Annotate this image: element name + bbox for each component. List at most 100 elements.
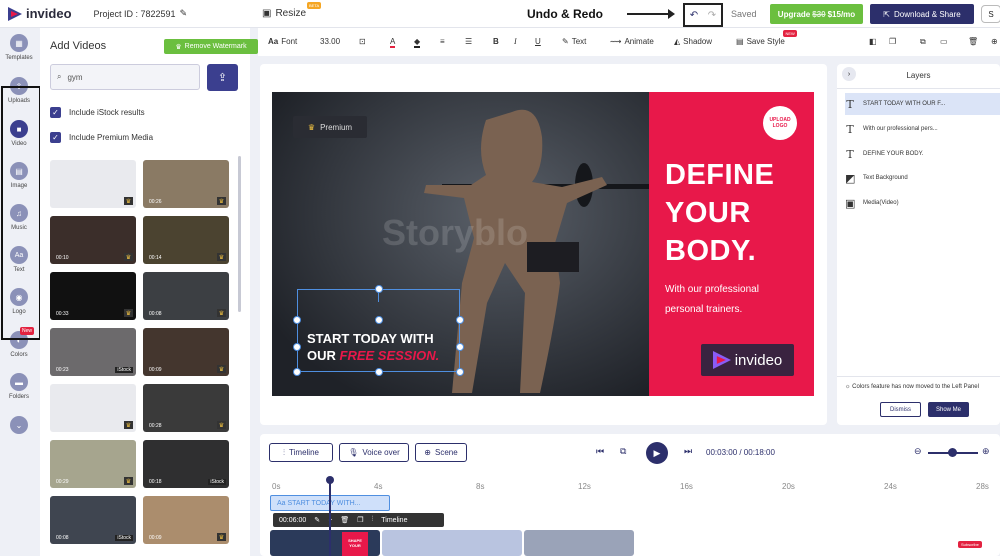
zoom-in-icon[interactable]: ⊕ — [982, 446, 990, 457]
edit-pencil-icon[interactable]: ✎ — [180, 8, 188, 19]
video-thumbnail[interactable]: 00:23 iStock — [50, 328, 136, 376]
ruler-tick: 12s — [578, 482, 591, 491]
list-icon[interactable]: ☰ — [465, 37, 472, 46]
layer-item[interactable]: ◩ Text Background — [845, 167, 1000, 189]
group-icon[interactable]: ⧉ — [920, 37, 926, 47]
video-thumbnail[interactable]: 00:26 ♛ — [143, 160, 229, 208]
upload-logo-placeholder[interactable]: UPLOAD LOGO — [763, 106, 797, 140]
layer-item[interactable]: T With our professional pers... — [845, 118, 1000, 140]
clip-duration[interactable]: 00:06:00 — [279, 517, 306, 524]
video-thumbnail[interactable]: 00:08 ♛ — [143, 272, 229, 320]
layer-item[interactable]: T START TODAY WITH OUR F... — [845, 93, 1000, 115]
panel-scrollbar[interactable] — [238, 156, 241, 312]
edit-pencil-icon[interactable]: ✎ — [314, 516, 320, 524]
resize-handle[interactable] — [375, 368, 383, 376]
save-style-button[interactable]: ▤ Save Style NEW — [736, 30, 797, 46]
resize-handle[interactable] — [456, 368, 464, 376]
rail-item-folders[interactable]: ▬ Folders — [0, 373, 38, 400]
show-me-button[interactable]: Show Me — [928, 402, 969, 417]
loop-icon[interactable]: ⧉ — [620, 446, 626, 457]
resize-handle[interactable] — [456, 343, 464, 351]
layer-front-icon[interactable]: ◧ — [869, 37, 877, 46]
video-thumbnail[interactable]: 00:28 ♛ — [143, 384, 229, 432]
redo-icon[interactable]: ↷ — [708, 10, 716, 21]
italic-icon[interactable]: I — [514, 37, 517, 46]
notice-text: Colors feature has now moved to the Left… — [852, 384, 979, 390]
shadow-button[interactable]: ◭ Shadow — [674, 37, 712, 46]
copy-icon[interactable]: ❐ — [357, 516, 363, 524]
timeline-button[interactable]: ⫶ Timeline — [269, 443, 333, 462]
premium-checkbox[interactable]: ✓ Include Premium Media — [50, 132, 153, 143]
istock-badge: iStock — [115, 367, 133, 373]
avatar[interactable]: S — [981, 5, 1000, 23]
video-thumbnail[interactable]: 00:10 ♛ — [50, 216, 136, 264]
animate-button[interactable]: ⟿ Animate — [610, 37, 654, 46]
playhead[interactable] — [326, 476, 334, 556]
resize-handle[interactable] — [293, 343, 301, 351]
time-ruler[interactable]: 0s 4s 8s 12s 16s 20s 24s 28s — [270, 482, 1000, 494]
video-thumbnail[interactable]: 00:09 ♛ — [143, 328, 229, 376]
dismiss-button[interactable]: Dismiss — [880, 402, 921, 417]
resize-handle[interactable] — [293, 316, 301, 324]
headline-text[interactable]: DEFINE YOUR BODY. — [665, 156, 774, 270]
video-thumbnail[interactable]: 00:08 iStock — [50, 496, 136, 544]
search-input[interactable]: ⌕ gym — [50, 64, 200, 90]
clip-timeline-label[interactable]: Timeline — [381, 517, 407, 524]
zoom-slider-knob[interactable] — [948, 448, 957, 457]
fill-color-icon[interactable]: ◆ — [414, 37, 421, 48]
text-color-icon[interactable]: A — [390, 37, 396, 48]
upgrade-button[interactable]: Upgrade $30 $15/mo — [770, 4, 863, 24]
subtitle-text[interactable]: With our professional personal trainers. — [665, 280, 759, 320]
rotate-handle[interactable] — [375, 285, 383, 293]
zoom-out-icon[interactable]: ⊖ — [914, 446, 922, 457]
istock-badge: iStock — [115, 535, 133, 541]
video-thumbnail[interactable]: ♛ — [50, 160, 136, 208]
align-icon[interactable]: ≡ — [440, 37, 445, 46]
istock-checkbox[interactable]: ✓ Include iStock results — [50, 107, 145, 118]
voice-over-button[interactable]: 🎙 Voice over — [339, 443, 409, 462]
upload-button[interactable]: ⇪ — [207, 64, 238, 91]
bold-icon[interactable]: B — [493, 37, 499, 46]
scene-button[interactable]: ⊕ Scene — [415, 443, 467, 462]
brand-badge[interactable]: invideo — [701, 344, 794, 376]
project-id[interactable]: Project ID : 7822591 ✎ — [94, 8, 188, 19]
video-clip[interactable] — [524, 530, 634, 556]
text-button[interactable]: ✎ Text — [562, 37, 586, 46]
resize-handle[interactable] — [293, 368, 301, 376]
delete-icon[interactable]: 🗑 — [968, 37, 978, 46]
font-button[interactable]: Aa Font — [268, 37, 297, 46]
add-icon[interactable]: ⊕ — [991, 37, 998, 46]
cta-text[interactable]: START TODAY WITH OUR FREE SESSION. — [307, 330, 439, 364]
duplicate-icon[interactable]: ▭ — [940, 37, 948, 46]
undo-icon[interactable]: ↶ — [690, 10, 698, 21]
video-thumbnail[interactable]: 00:09 ♛ — [143, 496, 229, 544]
font-size-input[interactable]: 33.00 — [320, 37, 340, 46]
video-clip[interactable]: SHAPE YOUR — [270, 530, 380, 556]
layer-item[interactable]: T DEFINE YOUR BODY. — [845, 143, 1000, 165]
resize-button[interactable]: ▣ Resize BETA — [262, 2, 322, 19]
skip-back-icon[interactable]: ⏮ — [596, 446, 604, 457]
video-canvas[interactable]: ♛ Premium Storyblo UPLOAD LOGO DEFINE YO… — [272, 92, 814, 396]
download-share-button[interactable]: ⇱ Download & Share — [870, 4, 974, 24]
play-button[interactable]: ▶ — [646, 442, 668, 464]
delete-icon[interactable]: 🗑 — [340, 516, 349, 524]
rail-item-templates[interactable]: ▦ Templates — [0, 34, 38, 61]
layer-item[interactable]: ▣ Media(Video) — [845, 192, 1000, 214]
rail-more[interactable]: ⌄ — [0, 416, 38, 437]
underline-icon[interactable]: U — [535, 37, 541, 46]
video-clip[interactable] — [382, 530, 522, 556]
video-thumbnail[interactable]: ♛ — [50, 384, 136, 432]
sliders-icon[interactable]: ⫶ — [372, 516, 374, 524]
resize-handle[interactable] — [456, 316, 464, 324]
video-thumbnail[interactable]: 00:18 iStock — [143, 440, 229, 488]
remove-watermark-button[interactable]: ♛ Remove Watermark — [164, 39, 258, 54]
video-thumbnail[interactable]: 00:29 ♛ — [50, 440, 136, 488]
skip-forward-icon[interactable]: ⏭ — [684, 446, 692, 457]
video-thumbnail[interactable]: 00:14 ♛ — [143, 216, 229, 264]
copy-icon[interactable]: ❐ — [889, 37, 896, 46]
lock-icon[interactable]: ⊡ — [359, 37, 366, 46]
brand-logo[interactable]: invideo — [8, 6, 72, 21]
resize-handle[interactable] — [375, 316, 383, 324]
brand-name: invideo — [26, 6, 72, 21]
video-thumbnail[interactable]: 00:33 ♛ — [50, 272, 136, 320]
